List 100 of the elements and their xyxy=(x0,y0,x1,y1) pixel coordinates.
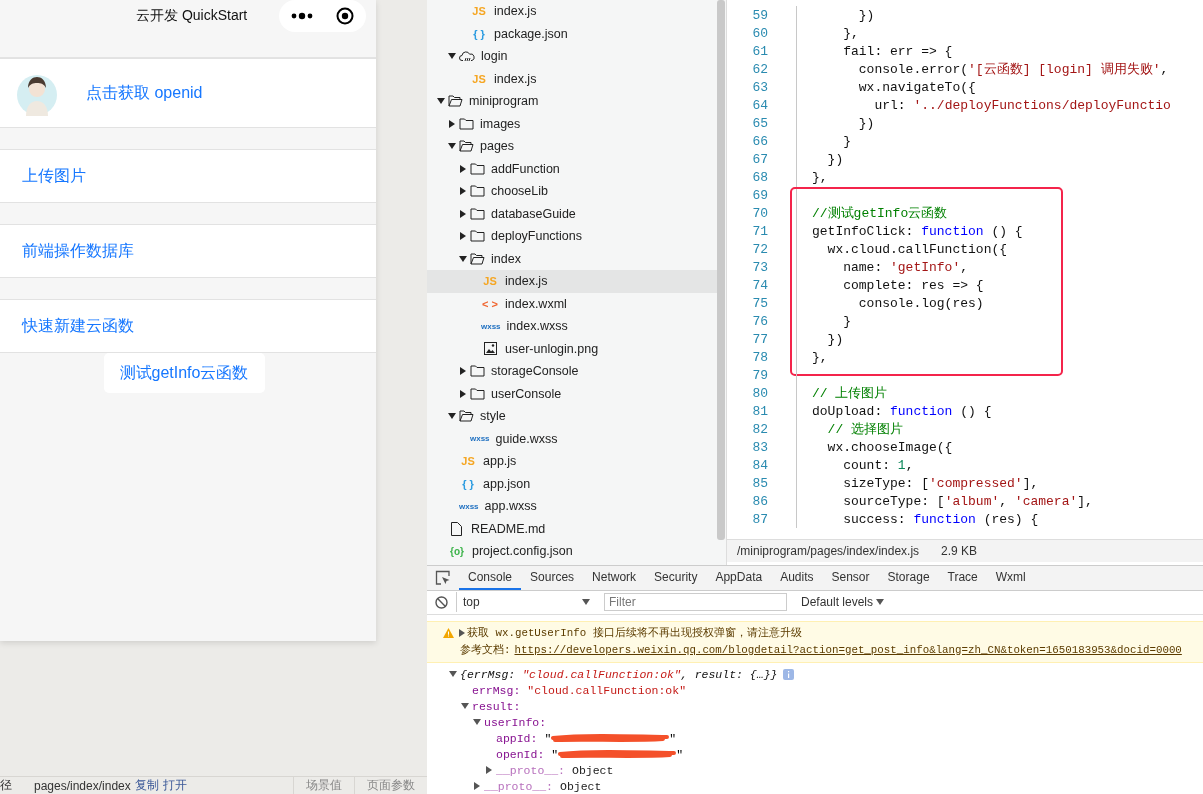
levels-dropdown[interactable]: Default levels xyxy=(795,594,891,611)
caret-icon[interactable] xyxy=(582,598,590,607)
tree-item[interactable]: {o} project.config.json xyxy=(427,540,717,563)
line-number: 87 xyxy=(751,511,768,527)
tree-item[interactable]: images xyxy=(427,112,717,135)
menu-link[interactable]: 快速新建云函数 xyxy=(22,315,134,337)
code-line: wx.chooseImage({ xyxy=(826,439,953,455)
devtools-tab[interactable]: Trace xyxy=(938,566,987,590)
file-type-icon: JS xyxy=(470,72,488,85)
code-line: count: 1, xyxy=(842,457,914,473)
disclosure-triangle-icon[interactable] xyxy=(448,119,456,128)
devtools-tab[interactable]: Network xyxy=(583,566,646,590)
tree-item[interactable]: JS index.js xyxy=(427,67,717,90)
menu-link[interactable]: 上传图片 xyxy=(22,165,86,187)
disclosure-triangle-icon[interactable] xyxy=(448,412,456,421)
disclosure-triangle-icon[interactable] xyxy=(459,254,467,263)
disclosure-triangle-icon[interactable] xyxy=(448,52,456,61)
folder-icon xyxy=(470,185,485,198)
doc-link[interactable]: https://developers.weixin.qq.com/blogdetail?action=get_post_info&lang=zh_CN&token=1650183953&docid=0000 xyxy=(514,643,1182,656)
menu-link[interactable]: 前端操作数据库 xyxy=(22,240,134,262)
image-icon xyxy=(484,342,497,356)
path-action-link[interactable]: 打开 xyxy=(162,777,187,794)
open-folder-icon xyxy=(459,410,474,423)
clear-console-icon[interactable] xyxy=(435,596,448,609)
code-line: }) xyxy=(857,7,875,23)
tree-item[interactable]: { } package.json xyxy=(427,22,717,45)
devtools-tab[interactable]: Wxml xyxy=(986,566,1035,590)
disclosure-triangle-icon[interactable] xyxy=(449,670,457,678)
tree-item[interactable]: JS index.js xyxy=(427,0,717,23)
target-icon[interactable] xyxy=(336,7,355,25)
disclosure-triangle-icon[interactable] xyxy=(458,628,466,637)
code-line: sourceType: ['album', 'camera'], xyxy=(842,493,1093,509)
disclosure-triangle-icon[interactable] xyxy=(448,142,456,151)
capsule-menu[interactable] xyxy=(279,0,366,32)
tree-item[interactable]: deployFunctions xyxy=(427,225,717,248)
line-number: 59 xyxy=(751,7,768,23)
tree-item[interactable]: chooseLib xyxy=(427,180,717,203)
tree-item[interactable]: README.md xyxy=(427,517,717,540)
devtools-tab[interactable]: Sensor xyxy=(822,566,879,590)
disclosure-triangle-icon[interactable] xyxy=(459,209,467,218)
disclosure-triangle-icon[interactable] xyxy=(459,367,467,376)
file-type-icon: JS xyxy=(470,5,488,18)
devtools-tab[interactable]: AppData xyxy=(706,566,772,590)
disclosure-triangle-icon[interactable] xyxy=(459,232,467,241)
line-number: 76 xyxy=(751,313,768,329)
code-line: fail: err => { xyxy=(842,43,953,59)
line-number: 75 xyxy=(751,295,768,311)
devtools-tab[interactable]: Console xyxy=(459,566,522,590)
filter-field[interactable]: Filter xyxy=(604,593,787,612)
cloud-icon xyxy=(459,50,475,63)
line-number: 79 xyxy=(751,367,768,383)
path-action-link[interactable]: 复制 xyxy=(134,777,159,794)
tree-item[interactable]: storageConsole xyxy=(427,360,717,383)
test-button[interactable]: 测试getInfo云函数 xyxy=(103,353,265,393)
path-label: 径 xyxy=(0,777,12,794)
info-icon xyxy=(783,668,795,680)
devtools-tab[interactable]: Storage xyxy=(878,566,939,590)
more-icon[interactable] xyxy=(290,12,313,20)
line-number: 82 xyxy=(751,421,768,437)
tree-item[interactable]: databaseGuide xyxy=(427,202,717,225)
code-line: console.error('[云函数] [login] 调用失败', xyxy=(857,61,1169,78)
tree-item[interactable]: pages xyxy=(427,135,717,158)
code-line: sizeType: ['compressed'], xyxy=(842,475,1039,491)
tree-item[interactable]: JS index.js xyxy=(427,270,717,293)
tree-item[interactable]: index xyxy=(427,247,717,270)
disclosure-triangle-icon[interactable] xyxy=(459,164,467,173)
folder-icon xyxy=(470,365,485,378)
devtools-tab[interactable]: Sources xyxy=(521,566,584,590)
tree-item[interactable]: wxss index.wxss xyxy=(427,315,717,338)
devtools-tab[interactable]: Security xyxy=(645,566,707,590)
inspect-icon[interactable] xyxy=(435,570,451,586)
tree-item[interactable]: wxss guide.wxss xyxy=(427,427,717,450)
tree-item[interactable]: { } app.json xyxy=(427,472,717,495)
code-line: doUpload: function () { xyxy=(812,403,992,419)
tree-item[interactable]: addFunction xyxy=(427,157,717,180)
disclosure-triangle-icon[interactable] xyxy=(437,97,445,106)
tree-item[interactable]: login xyxy=(427,45,717,68)
page-path: pages/index/index xyxy=(34,778,131,793)
tree-item[interactable]: miniprogram xyxy=(427,90,717,113)
tree-item[interactable]: user-unlogin.png xyxy=(427,337,717,360)
devtools-tab[interactable]: Audits xyxy=(771,566,823,590)
open-folder-icon xyxy=(459,140,474,153)
code-line: }, xyxy=(812,169,828,185)
line-number: 81 xyxy=(751,403,768,419)
scrollbar[interactable] xyxy=(717,0,725,540)
tree-item[interactable]: userConsole xyxy=(427,382,717,405)
file-type-icon: wxss xyxy=(470,434,490,444)
folder-icon xyxy=(470,230,485,243)
tree-item[interactable]: < > index.wxml xyxy=(427,292,717,315)
line-number: 78 xyxy=(751,349,768,365)
tree-item[interactable]: JS app.js xyxy=(427,450,717,473)
menu-link[interactable]: 点击获取 openid xyxy=(86,82,203,104)
caret-icon[interactable] xyxy=(876,598,885,607)
tree-item[interactable]: wxss app.wxss xyxy=(427,495,717,518)
line-number: 70 xyxy=(751,205,768,221)
disclosure-triangle-icon[interactable] xyxy=(459,389,467,398)
line-number: 65 xyxy=(751,115,768,131)
tree-item[interactable]: style xyxy=(427,405,717,428)
disclosure-triangle-icon[interactable] xyxy=(459,187,467,196)
folder-icon xyxy=(470,162,485,175)
